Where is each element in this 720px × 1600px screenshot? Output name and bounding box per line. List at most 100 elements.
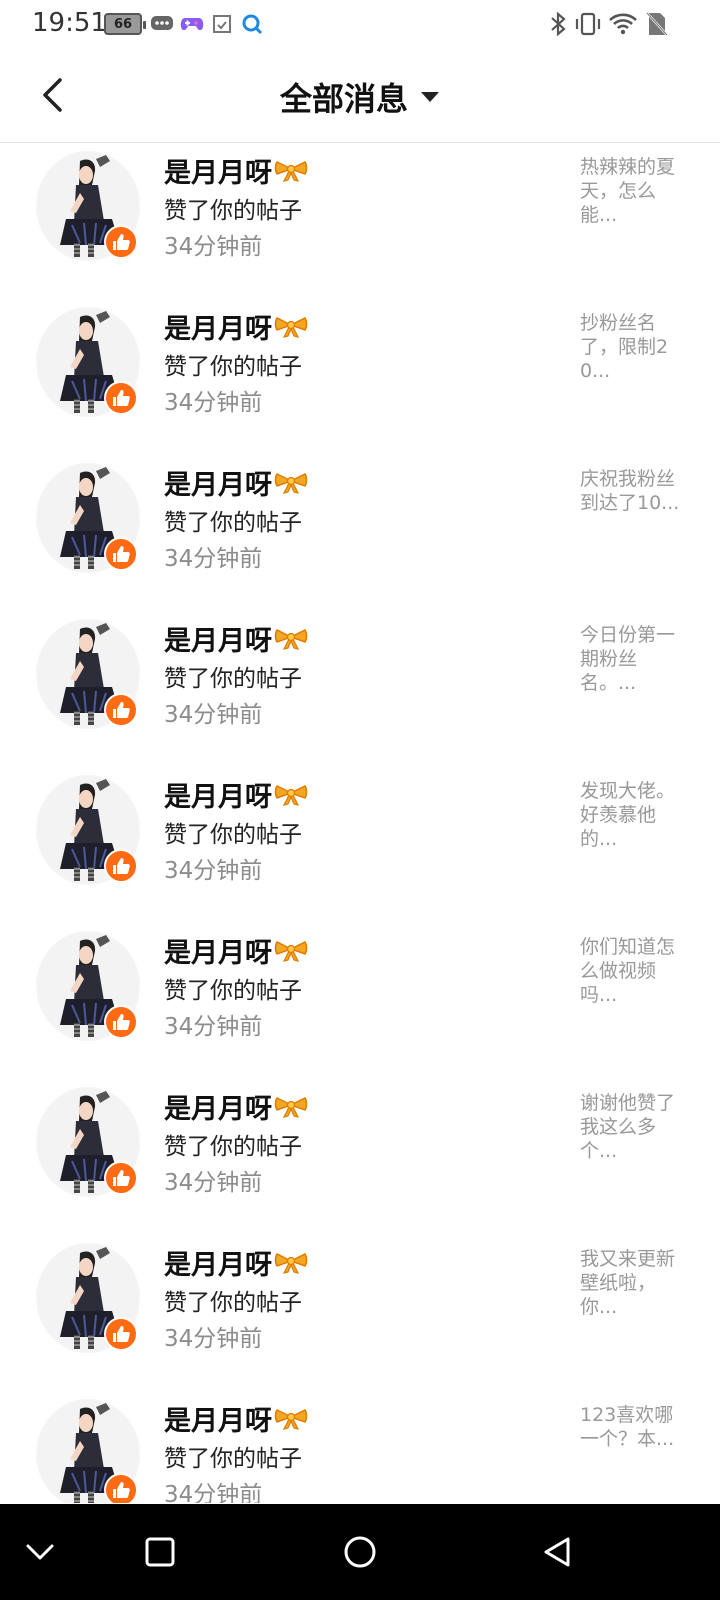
page-title: 全部消息 [279,80,408,118]
header: 全部消息 [0,48,720,143]
name-row: 是月月呀 [164,775,308,814]
post-snippet[interactable]: 你们知道怎么做视频吗... [580,935,688,1007]
list-item[interactable]: 是月月呀 赞了你的帖子 34分钟前 热辣辣的夏天，怎么能... [0,143,720,299]
bow-icon [274,159,308,183]
user-name[interactable]: 是月月呀 [164,307,272,346]
recent-apps-icon [145,1537,175,1567]
user-name[interactable]: 是月月呀 [164,151,272,190]
home-button[interactable] [336,1528,384,1576]
user-name[interactable]: 是月月呀 [164,1087,272,1126]
triangle-down-icon [420,90,440,104]
list-item[interactable]: 是月月呀 赞了你的帖子 34分钟前 123喜欢哪一个？本... [0,1391,720,1503]
post-snippet[interactable]: 谢谢他赞了我这么多个... [580,1091,688,1163]
like-badge [104,1317,138,1351]
status-bar: 19:51 66 [0,0,720,48]
thumbs-up-icon [113,1482,130,1498]
battery-icon: 66 [104,13,146,35]
action-text: 赞了你的帖子 [164,978,302,1004]
like-badge [104,225,138,259]
bow-icon [274,1095,308,1119]
action-text: 赞了你的帖子 [164,1446,302,1472]
user-name[interactable]: 是月月呀 [164,931,272,970]
time-text: 34分钟前 [164,546,263,572]
message-list[interactable]: 是月月呀 赞了你的帖子 34分钟前 热辣辣的夏天，怎么能... 是月月呀 赞了你… [0,143,720,1503]
thumbs-up-icon [113,546,130,562]
thumbs-up-icon [113,390,130,406]
bow-icon [274,471,308,495]
like-badge [104,1161,138,1195]
home-icon [344,1536,376,1568]
user-name[interactable]: 是月月呀 [164,1243,272,1282]
name-row: 是月月呀 [164,931,308,970]
title-dropdown[interactable]: 全部消息 [0,74,720,120]
search-app-icon [240,12,264,36]
like-badge [104,537,138,571]
action-text: 赞了你的帖子 [164,1134,302,1160]
thumbs-up-icon [113,1170,130,1186]
bow-icon [274,1407,308,1431]
bow-icon [274,315,308,339]
post-snippet[interactable]: 抄粉丝名了，限制20... [580,311,688,383]
time-text: 34分钟前 [164,1014,263,1040]
action-text: 赞了你的帖子 [164,822,302,848]
action-text: 赞了你的帖子 [164,510,302,536]
list-item[interactable]: 是月月呀 赞了你的帖子 34分钟前 抄粉丝名了，限制20... [0,299,720,455]
list-item[interactable]: 是月月呀 赞了你的帖子 34分钟前 今日份第一期粉丝名。... [0,611,720,767]
post-snippet[interactable]: 今日份第一期粉丝名。... [580,623,688,695]
list-item[interactable]: 是月月呀 赞了你的帖子 34分钟前 我又来更新壁纸啦，你... [0,1235,720,1391]
name-row: 是月月呀 [164,1243,308,1282]
post-snippet[interactable]: 123喜欢哪一个？本... [580,1403,688,1451]
list-item[interactable]: 是月月呀 赞了你的帖子 34分钟前 谢谢他赞了我这么多个... [0,1079,720,1235]
time-text: 34分钟前 [164,702,263,728]
like-badge [104,1473,138,1503]
collapse-button[interactable] [16,1528,64,1576]
post-snippet[interactable]: 发现大佬。好羡慕他的... [580,779,688,851]
name-row: 是月月呀 [164,463,308,502]
thumbs-up-icon [113,858,130,874]
like-badge [104,693,138,727]
like-badge [104,381,138,415]
no-sim-icon [644,12,670,36]
status-time: 19:51 [32,8,107,38]
bow-icon [274,783,308,807]
thumbs-up-icon [113,702,130,718]
wifi-icon [608,12,638,36]
game-icon [180,12,204,36]
user-name[interactable]: 是月月呀 [164,1399,272,1438]
like-badge [104,849,138,883]
action-text: 赞了你的帖子 [164,666,302,692]
recent-apps-button[interactable] [136,1528,184,1576]
post-snippet[interactable]: 热辣辣的夏天，怎么能... [580,155,688,227]
user-name[interactable]: 是月月呀 [164,463,272,502]
bow-icon [274,1251,308,1275]
like-badge [104,1005,138,1039]
name-row: 是月月呀 [164,1399,308,1438]
thumbs-up-icon [113,234,130,250]
time-text: 34分钟前 [164,390,263,416]
thumbs-up-icon [113,1326,130,1342]
name-row: 是月月呀 [164,307,308,346]
user-name[interactable]: 是月月呀 [164,619,272,658]
post-snippet[interactable]: 我又来更新壁纸啦，你... [580,1247,688,1319]
system-nav-bar [0,1504,720,1600]
screenshot-icon [210,12,234,36]
action-text: 赞了你的帖子 [164,354,302,380]
thumbs-up-icon [113,1014,130,1030]
back-nav-button[interactable] [534,1528,582,1576]
post-snippet[interactable]: 庆祝我粉丝到达了10... [580,467,688,515]
bow-icon [274,939,308,963]
user-name[interactable]: 是月月呀 [164,775,272,814]
action-text: 赞了你的帖子 [164,1290,302,1316]
list-item[interactable]: 是月月呀 赞了你的帖子 34分钟前 庆祝我粉丝到达了10... [0,455,720,611]
list-item[interactable]: 是月月呀 赞了你的帖子 34分钟前 发现大佬。好羡慕他的... [0,767,720,923]
action-text: 赞了你的帖子 [164,198,302,224]
time-text: 34分钟前 [164,1170,263,1196]
list-item[interactable]: 是月月呀 赞了你的帖子 34分钟前 你们知道怎么做视频吗... [0,923,720,1079]
time-text: 34分钟前 [164,1326,263,1352]
name-row: 是月月呀 [164,1087,308,1126]
time-text: 34分钟前 [164,858,263,884]
vibrate-icon [574,12,602,36]
back-triangle-icon [544,1537,570,1567]
bluetooth-icon [546,11,570,37]
time-text: 34分钟前 [164,1482,263,1503]
